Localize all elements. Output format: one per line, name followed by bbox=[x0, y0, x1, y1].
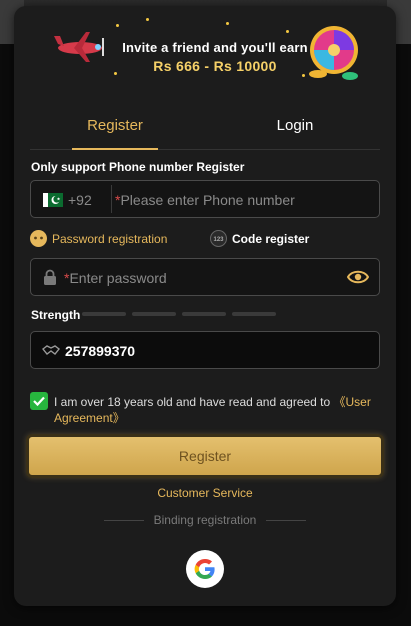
country-code[interactable]: +92 bbox=[68, 192, 92, 208]
handshake-icon bbox=[42, 345, 60, 355]
lock-icon bbox=[44, 269, 56, 285]
registration-options: Password registration 123 Code register bbox=[30, 230, 380, 250]
password-dots-icon bbox=[30, 230, 47, 247]
phone-input[interactable]: *Please enter Phone number bbox=[115, 192, 295, 208]
banner-headline: Invite a friend and you'll earn bbox=[122, 40, 308, 55]
password-registration-option[interactable]: Password registration bbox=[30, 230, 167, 247]
strength-label: Strength bbox=[31, 308, 81, 322]
code-register-label: Code register bbox=[232, 231, 310, 246]
customer-service-link[interactable]: Customer Service bbox=[14, 486, 396, 500]
divider bbox=[111, 185, 112, 213]
register-modal: Invite a friend and you'll earn Rs 666 -… bbox=[14, 6, 396, 606]
referral-code-field[interactable]: 257899370 bbox=[30, 331, 380, 369]
password-registration-label: Password registration bbox=[52, 231, 168, 246]
phone-support-note: Only support Phone number Register bbox=[31, 160, 245, 174]
checkmark-icon bbox=[33, 396, 45, 407]
code-icon-text: 123 bbox=[213, 237, 224, 243]
divider-right bbox=[266, 520, 306, 521]
google-login-button[interactable] bbox=[186, 550, 224, 588]
code-register-option[interactable]: 123 Code register bbox=[210, 230, 309, 247]
agreement-checkbox[interactable] bbox=[30, 392, 48, 410]
agreement-text: I am over 18 years old and have read and… bbox=[54, 394, 384, 426]
password-input[interactable]: *Enter password bbox=[64, 270, 167, 286]
invite-banner[interactable]: Invite a friend and you'll earn Rs 666 -… bbox=[46, 10, 362, 86]
agreement-statement: I am over 18 years old and have read and… bbox=[54, 395, 334, 409]
referral-code-input[interactable]: 257899370 bbox=[65, 343, 135, 359]
airplane-icon bbox=[54, 32, 104, 62]
phone-field[interactable]: +92 *Please enter Phone number bbox=[30, 180, 380, 218]
google-icon bbox=[194, 559, 215, 579]
password-placeholder: Enter password bbox=[69, 270, 167, 286]
tab-login[interactable]: Login bbox=[252, 114, 338, 150]
banner-reward-range: Rs 666 - Rs 10000 bbox=[153, 58, 277, 74]
strength-bar bbox=[132, 312, 176, 316]
phone-placeholder: Please enter Phone number bbox=[120, 192, 295, 208]
strength-bar bbox=[82, 312, 126, 316]
register-button[interactable]: Register bbox=[26, 434, 384, 478]
pakistan-flag-icon bbox=[43, 193, 63, 207]
tab-register[interactable]: Register bbox=[72, 114, 158, 150]
strength-bar bbox=[232, 312, 276, 316]
eye-icon[interactable] bbox=[347, 269, 369, 285]
strength-bar bbox=[182, 312, 226, 316]
code-123-icon: 123 bbox=[210, 230, 227, 247]
binding-registration-label: Binding registration bbox=[153, 513, 257, 527]
auth-tabs: Register Login bbox=[30, 114, 380, 150]
password-field[interactable]: *Enter password bbox=[30, 258, 380, 296]
